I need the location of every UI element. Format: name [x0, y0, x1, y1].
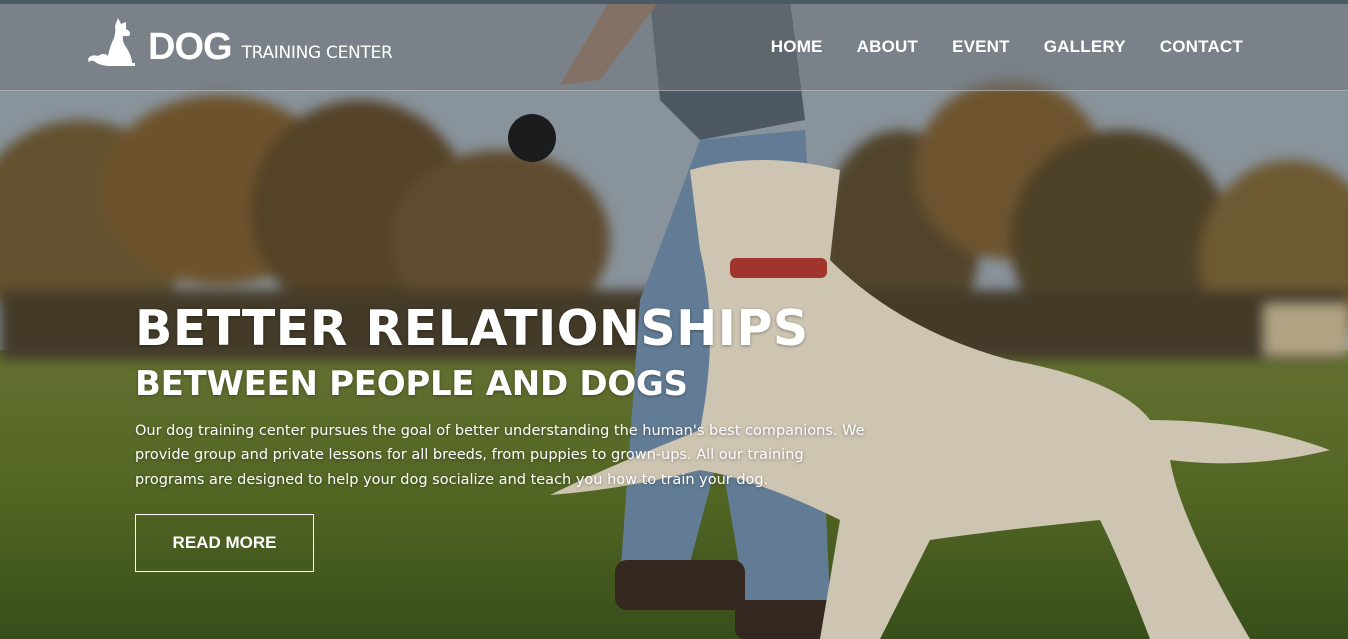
hero-subtitle: BETWEEN PEOPLE AND DOGS: [135, 363, 688, 404]
nav-about[interactable]: ABOUT: [857, 37, 918, 57]
logo-tagline: TRAINING CENTER: [241, 43, 393, 63]
navbar: DOG TRAINING CENTER HOME ABOUT EVENT GAL…: [0, 4, 1348, 91]
nav-event[interactable]: EVENT: [952, 37, 1010, 57]
logo-name: DOG: [148, 26, 233, 68]
sitting-dog-icon: [88, 18, 135, 66]
read-more-button[interactable]: READ MORE: [135, 514, 314, 572]
hero-content: BETTER RELATIONSHIPS BETWEEN PEOPLE AND …: [135, 300, 875, 492]
nav-contact[interactable]: CONTACT: [1160, 37, 1243, 57]
hero-title: BETTER RELATIONSHIPS: [135, 300, 809, 357]
nav-home[interactable]: HOME: [771, 37, 823, 57]
hero-description: Our dog training center pursues the goal…: [135, 422, 865, 488]
nav-gallery[interactable]: GALLERY: [1044, 37, 1126, 57]
logo[interactable]: DOG TRAINING CENTER: [88, 10, 393, 66]
main-nav: HOME ABOUT EVENT GALLERY CONTACT: [771, 37, 1243, 57]
